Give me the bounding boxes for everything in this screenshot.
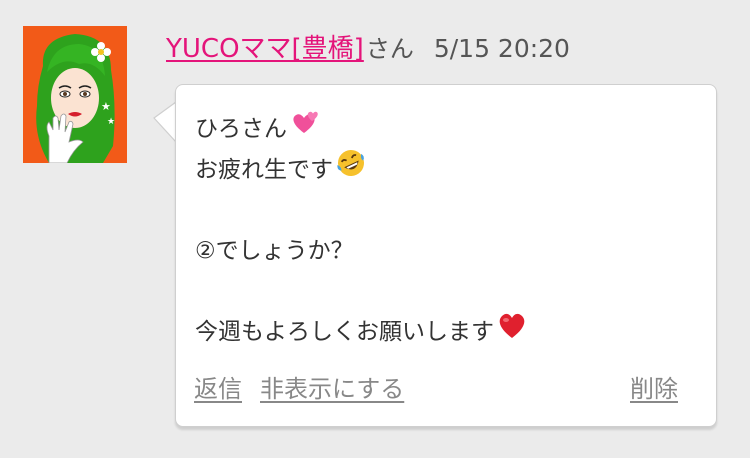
svg-text:★: ★ [101,100,111,113]
comment-timestamp: 5/15 20:20 [433,34,570,63]
reply-button[interactable]: 返信 [194,369,242,404]
two-hearts-emoji [289,109,319,151]
author-link[interactable]: YUCOママ[豊橋] [166,28,364,65]
message-body: ひろさん お疲れ生です ②でしょうか？ 今週もよろしくお願いします [195,109,528,352]
message-line: ②でしょうか？ [195,237,354,264]
message-line: ひろさん [195,109,528,150]
svg-text:★: ★ [107,117,115,127]
message-line: お疲れ生です [195,150,528,191]
comment-header: YUCOママ[豊橋] さん 5/15 20:20 [166,28,570,64]
red-heart-emoji [496,310,528,354]
message-line: 今週もよろしくお願いします [195,312,528,353]
rofl-emoji [335,147,367,193]
comment-item: ★ ★ YUCOママ[豊橋] さん 5/15 20:20 ひろさん お疲れ生です… [0,0,750,458]
delete-button[interactable]: 削除 [630,369,678,404]
avatar-illustration: ★ ★ [23,26,127,163]
comment-actions: 返信 非表示にする 削除 [194,369,678,403]
message-bubble: ひろさん お疲れ生です ②でしょうか？ 今週もよろしくお願いします 返信 非表示… [175,84,717,427]
avatar[interactable]: ★ ★ [23,26,127,163]
hide-button[interactable]: 非表示にする [260,369,404,404]
author-honorific: さん [365,35,414,63]
